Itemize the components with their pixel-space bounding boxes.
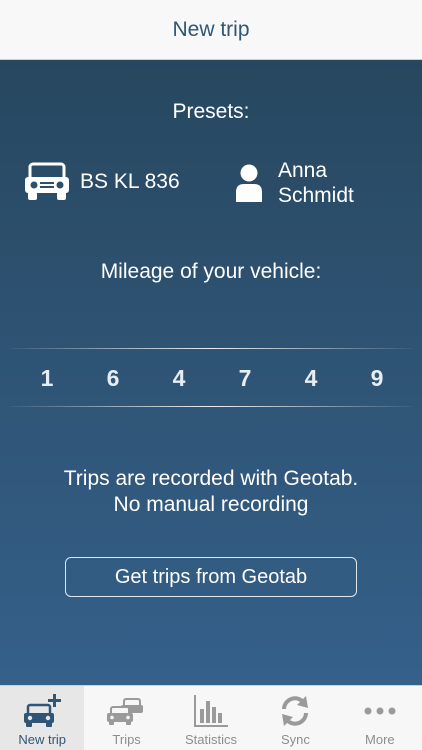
mileage-picker[interactable]: 1 6 4 7 4 9	[14, 360, 410, 396]
geotab-info-line-2: No manual recording	[113, 493, 309, 516]
new-trip-panel: Presets: BS KL 836 Anna Schmidt Mileage …	[0, 60, 422, 685]
get-trips-from-geotab-button[interactable]: Get trips from Geotab	[65, 557, 357, 597]
add-car-icon	[24, 694, 62, 727]
mileage-digit[interactable]: 1	[14, 360, 80, 396]
mileage-title: Mileage of your vehicle:	[100, 260, 322, 283]
navigation-bar: New trip	[0, 0, 422, 60]
car-icon	[25, 162, 69, 200]
driver-first-name: Anna	[278, 159, 328, 182]
person-icon	[236, 164, 262, 202]
sync-icon	[282, 696, 309, 726]
tab-bar: New trip Trips Statistics Sync More	[0, 685, 422, 750]
geotab-info-line-1: Trips are recorded with Geotab.	[63, 467, 359, 490]
tab-trips[interactable]: Trips	[84, 686, 168, 750]
presets-title: Presets:	[172, 100, 250, 123]
tab-label: Trips	[112, 732, 141, 747]
bar-chart-icon	[194, 695, 229, 727]
more-icon	[364, 707, 396, 715]
mileage-digit[interactable]: 7	[212, 360, 278, 396]
tab-sync[interactable]: Sync	[253, 686, 337, 750]
mileage-digit[interactable]: 4	[146, 360, 212, 396]
tab-label: More	[365, 732, 395, 747]
vehicle-preset[interactable]: BS KL 836	[24, 160, 180, 204]
mileage-divider-top	[10, 348, 412, 349]
tab-label: Statistics	[185, 732, 238, 747]
driver-name: Anna Schmidt	[278, 158, 354, 208]
vehicle-plate: BS KL 836	[80, 170, 180, 193]
cars-icon	[106, 698, 143, 725]
tab-label: Sync	[280, 732, 310, 747]
tab-statistics[interactable]: Statistics	[169, 686, 253, 750]
tab-label: New trip	[18, 732, 67, 747]
mileage-divider-bottom	[10, 406, 412, 407]
mileage-digit[interactable]: 9	[344, 360, 410, 396]
page-title: New trip	[172, 17, 250, 41]
mileage-digit[interactable]: 4	[278, 360, 344, 396]
driver-preset[interactable]: Anna Schmidt	[234, 158, 354, 208]
tab-new-trip[interactable]: New trip	[0, 686, 85, 750]
mileage-digit[interactable]: 6	[80, 360, 146, 396]
geotab-info-text: Trips are recorded with Geotab. No manua…	[0, 466, 422, 518]
tab-more[interactable]: More	[338, 686, 422, 750]
driver-last-name: Schmidt	[278, 184, 354, 207]
